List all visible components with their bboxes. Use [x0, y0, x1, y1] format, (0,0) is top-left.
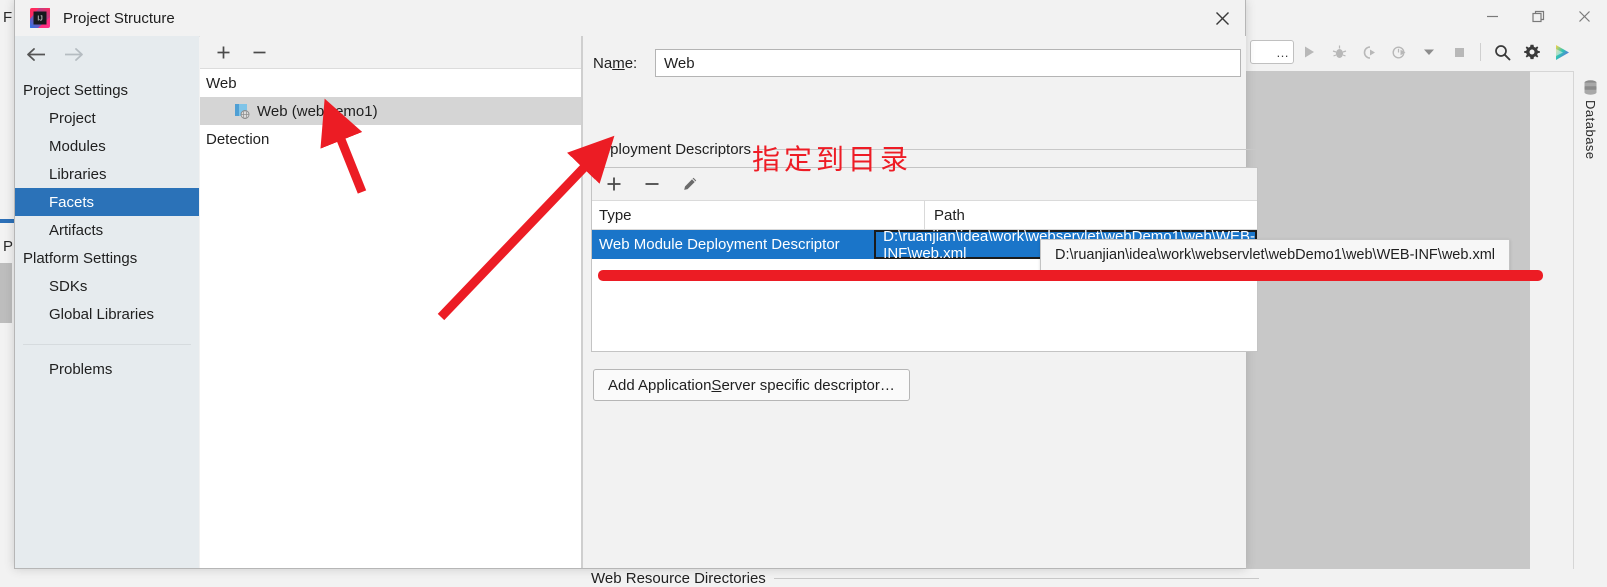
sidebar-divider [23, 344, 191, 345]
tree-row-label: Detection [206, 130, 270, 148]
profiler-icon[interactable] [1384, 37, 1414, 67]
name-label: Name: [593, 54, 638, 72]
close-icon[interactable] [1561, 0, 1607, 33]
sidebar-item-artifacts[interactable]: Artifacts [15, 216, 199, 244]
deployment-descriptors-group-header: Deployment Descriptors [591, 141, 1259, 158]
descriptors-toolbar [592, 168, 1257, 201]
dialog-title: Project Structure [63, 9, 175, 27]
stop-icon[interactable] [1444, 37, 1474, 67]
intellij-idea-logo-icon: IJ [29, 7, 51, 29]
ide-main-toolbar: … [1230, 33, 1607, 72]
dropdown-arrow-icon[interactable] [1414, 37, 1444, 67]
minus-icon[interactable] [640, 172, 664, 196]
database-tool-label: Database [1583, 100, 1598, 160]
sidebar-item-libraries[interactable]: Libraries [15, 160, 199, 188]
cell-type[interactable]: Web Module Deployment Descriptor [592, 230, 875, 259]
web-resource-directories-group-header: Web Resource Directories [591, 570, 1259, 587]
sidebar-list: Project Settings Project Modules Librari… [15, 76, 199, 383]
tree-row-label: Web (webDemo1) [257, 102, 378, 120]
settings-sidebar: Project Settings Project Modules Librari… [15, 36, 199, 568]
tree-row-label: Web [206, 74, 237, 92]
plus-icon[interactable] [212, 41, 234, 63]
add-btn-text-before: Add Application [608, 376, 712, 394]
dialog-title-bar: IJ Project Structure [15, 0, 1245, 37]
arrow-left-icon[interactable] [25, 47, 47, 62]
screen-root: F … Database P IJ Project Structure Proj… [0, 0, 1607, 587]
project-structure-dialog: IJ Project Structure Project Settings Pr… [14, 0, 1259, 587]
facets-tree-panel: Web Web (webDemo1) Detection [200, 36, 582, 568]
toolbar-divider [1480, 43, 1481, 61]
minimize-icon[interactable] [1469, 0, 1515, 33]
left-strip-gutter [0, 263, 12, 323]
tree-row-detection[interactable]: Detection [200, 125, 581, 153]
name-row: Name: Web [593, 49, 1241, 77]
left-strip-partial-label: P [3, 238, 14, 255]
facets-tree-toolbar [200, 36, 581, 69]
dialog-body: Project Settings Project Modules Librari… [15, 36, 1259, 587]
database-icon [1584, 80, 1597, 95]
name-input[interactable]: Web [655, 49, 1241, 77]
sidebar-nav [15, 36, 199, 72]
sidebar-item-sdks[interactable]: SDKs [15, 272, 199, 300]
facet-detail-pane: Name: Web Deployment Descriptors Type Pa… [582, 36, 1259, 587]
pencil-edit-icon[interactable] [678, 172, 702, 196]
ide-right-tool-bar: Database [1573, 71, 1607, 569]
descriptors-table-header: Type Path [592, 201, 1257, 230]
annotation-red-underline [598, 270, 1543, 281]
column-header-path[interactable]: Path [924, 201, 1257, 229]
dialog-close-icon[interactable] [1199, 0, 1245, 36]
group-title: Deployment Descriptors [591, 141, 752, 158]
sidebar-group-project-settings: Project Settings [23, 81, 129, 99]
sidebar-item-project[interactable]: Project [15, 104, 199, 132]
annotation-note-text: 指定到目录 [752, 143, 913, 176]
svg-text:IJ: IJ [37, 16, 42, 23]
path-tooltip: D:\ruanjian\idea\work\webservlet\webDemo… [1040, 239, 1510, 271]
group-title: Web Resource Directories [591, 570, 766, 587]
run-configuration-selector[interactable]: … [1250, 40, 1294, 64]
idea-assistant-icon[interactable] [1547, 37, 1577, 67]
restore-icon[interactable] [1515, 0, 1561, 33]
menu-file[interactable]: F [3, 9, 12, 26]
group-divider-line [773, 578, 1259, 579]
run-icon[interactable] [1294, 37, 1324, 67]
add-application-server-descriptor-button[interactable]: Add Application Server specific descript… [593, 369, 910, 401]
arrow-right-icon[interactable] [63, 47, 85, 62]
search-icon[interactable] [1487, 37, 1517, 67]
run-coverage-icon[interactable] [1354, 37, 1384, 67]
sidebar-group-platform-settings: Platform Settings [23, 249, 138, 267]
debug-icon[interactable] [1324, 37, 1354, 67]
tree-row-web-facet[interactable]: Web (webDemo1) [200, 97, 581, 125]
sidebar-item-modules[interactable]: Modules [15, 132, 199, 160]
minus-icon[interactable] [248, 41, 270, 63]
add-btn-accel: S [711, 376, 722, 394]
ide-window-controls [1469, 0, 1607, 33]
add-btn-text-after: erver specific descriptor… [721, 376, 895, 394]
plus-icon[interactable] [602, 172, 626, 196]
sidebar-item-facets[interactable]: Facets [15, 188, 199, 216]
tool-window-database[interactable]: Database [1574, 79, 1607, 160]
settings-gear-icon[interactable] [1517, 37, 1547, 67]
sidebar-item-global-libraries[interactable]: Global Libraries [15, 300, 199, 328]
web-facet-icon [234, 103, 250, 119]
column-header-type[interactable]: Type [592, 207, 924, 224]
ide-editor-area [1230, 71, 1530, 569]
sidebar-item-problems[interactable]: Problems [15, 355, 199, 383]
tree-row-web-group[interactable]: Web [200, 69, 581, 97]
